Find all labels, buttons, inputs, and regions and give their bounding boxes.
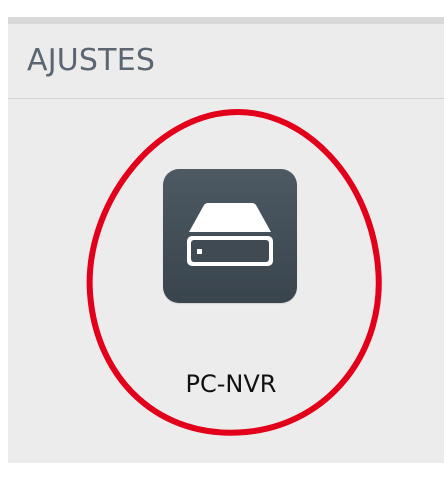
settings-panel: AJUSTES PC-NVR — [8, 17, 444, 463]
drive-icon-slot — [191, 240, 269, 262]
drive-icon-graphic — [187, 203, 273, 266]
drive-icon-top — [189, 203, 271, 232]
settings-window: AJUSTES PC-NVR — [0, 0, 444, 489]
drive-icon-light — [197, 249, 202, 254]
pc-nvr-label[interactable]: PC-NVR — [156, 369, 306, 399]
drive-icon[interactable] — [163, 169, 297, 303]
pc-nvr-app-tile[interactable]: PC-NVR — [156, 169, 306, 414]
settings-header: AJUSTES — [8, 24, 444, 99]
settings-title: AJUSTES — [27, 43, 156, 78]
top-margin — [0, 0, 444, 17]
